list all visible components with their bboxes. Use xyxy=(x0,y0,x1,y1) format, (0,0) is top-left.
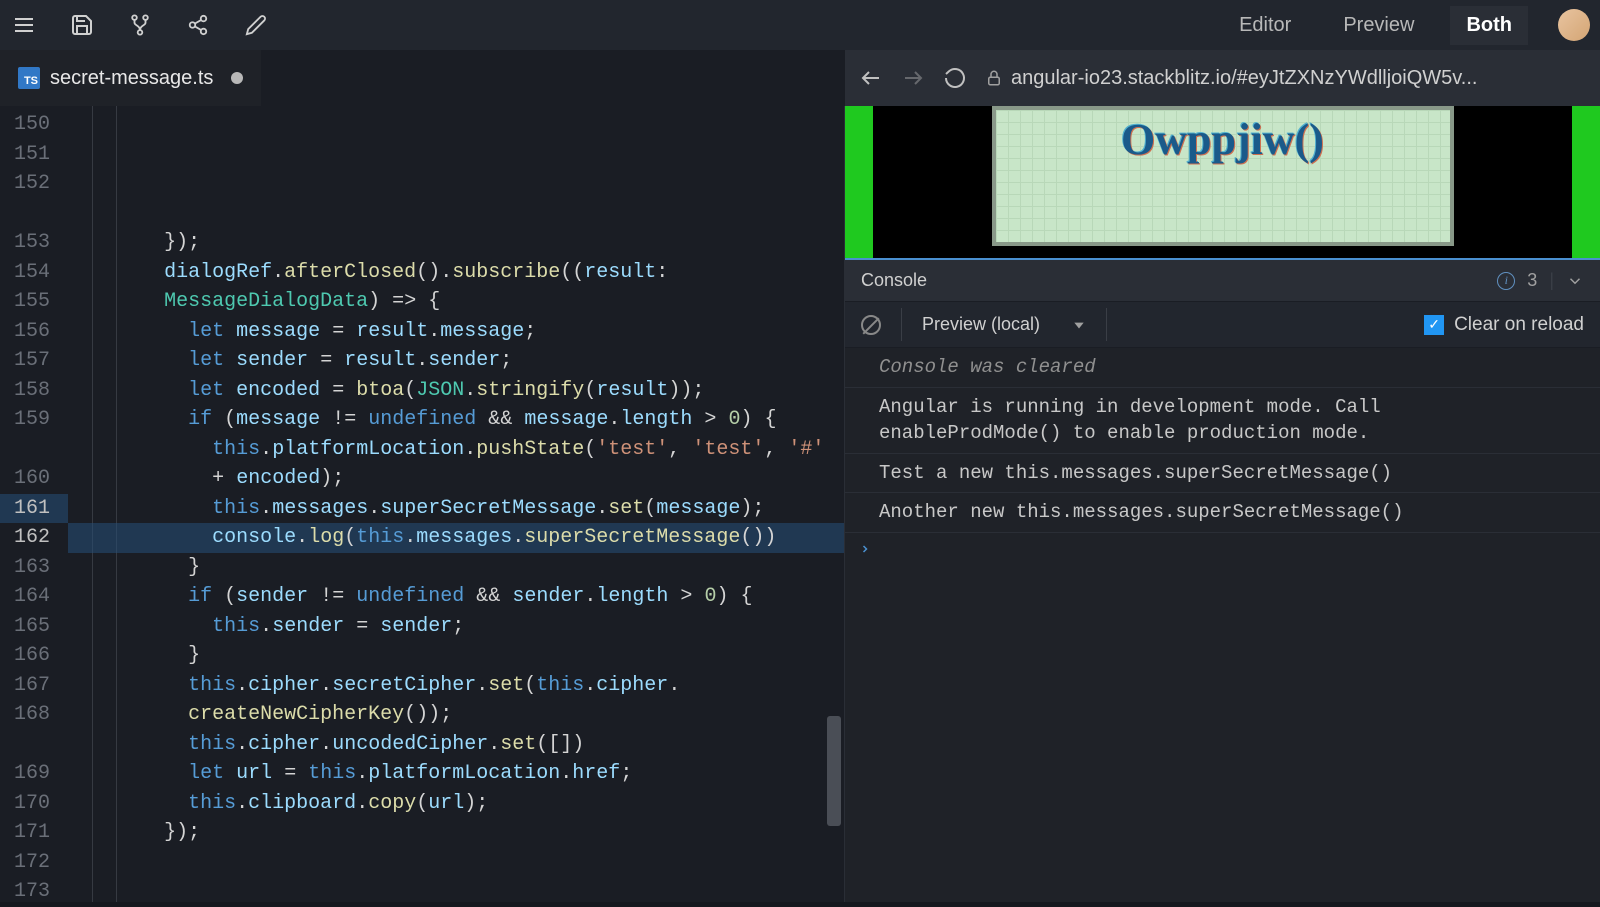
chevron-down-icon[interactable] xyxy=(1566,272,1584,290)
console-line: Angular is running in development mode. … xyxy=(845,388,1600,454)
code-line[interactable]: } xyxy=(68,553,844,583)
console-line: Console was cleared xyxy=(845,348,1600,388)
clear-on-reload-checkbox[interactable]: ✓ xyxy=(1424,315,1444,335)
code-line[interactable]: console.log(this.messages.superSecretMes… xyxy=(68,523,844,553)
line-gutter: 150151152 153154155156157158159 16016116… xyxy=(0,106,68,902)
top-toolbar: Editor Preview Both xyxy=(0,0,1600,50)
browser-bar: angular-io23.stackblitz.io/#eyJtZXNzYWdl… xyxy=(845,50,1600,106)
code-area[interactable]: }); dialogRef.afterClosed().subscribe((r… xyxy=(68,106,844,902)
view-editor-button[interactable]: Editor xyxy=(1223,6,1307,45)
lock-icon xyxy=(985,69,1003,87)
code-line[interactable]: this.cipher.secretCipher.set(this.cipher… xyxy=(68,671,844,701)
edit-icon[interactable] xyxy=(242,11,270,39)
console-body[interactable]: Console was clearedAngular is running in… xyxy=(845,348,1600,902)
code-line[interactable]: let encoded = btoa(JSON.stringify(result… xyxy=(68,376,844,406)
code-line[interactable]: if (message != undefined && message.leng… xyxy=(68,405,844,435)
right-pane: angular-io23.stackblitz.io/#eyJtZXNzYWdl… xyxy=(844,106,1600,902)
menu-icon[interactable] xyxy=(10,11,38,39)
dirty-indicator xyxy=(231,72,243,84)
url-text: angular-io23.stackblitz.io/#eyJtZXNzYWdl… xyxy=(1011,67,1477,90)
tab-filename: secret-message.ts xyxy=(50,67,213,90)
code-line[interactable]: this.sender = sender; xyxy=(68,612,844,642)
preview-area[interactable]: Owppjiw() xyxy=(845,106,1600,258)
view-preview-button[interactable]: Preview xyxy=(1327,6,1430,45)
back-icon[interactable] xyxy=(859,66,883,90)
code-line[interactable]: this.clipboard.copy(url); xyxy=(68,789,844,819)
code-line[interactable]: let url = this.platformLocation.href; xyxy=(68,759,844,789)
code-line[interactable]: this.messages.superSecretMessage.set(mes… xyxy=(68,494,844,524)
file-tab[interactable]: TS secret-message.ts xyxy=(0,50,261,106)
code-line[interactable]: let sender = result.sender; xyxy=(68,346,844,376)
info-icon: i xyxy=(1497,272,1515,290)
dropdown-caret-icon xyxy=(1072,318,1086,332)
view-both-button[interactable]: Both xyxy=(1450,6,1528,45)
console-tab-header[interactable]: Console i 3 | xyxy=(845,258,1600,302)
code-line[interactable]: this.cipher.uncodedCipher.set([]) xyxy=(68,730,844,760)
reload-icon[interactable] xyxy=(943,66,967,90)
code-line[interactable]: if (sender != undefined && sender.length… xyxy=(68,582,844,612)
console-info-count: 3 xyxy=(1527,270,1537,291)
console-line: Another new this.messages.superSecretMes… xyxy=(845,493,1600,533)
editor-pane[interactable]: 150151152 153154155156157158159 16016116… xyxy=(0,106,844,902)
console-context-dropdown[interactable]: Preview (local) xyxy=(901,308,1107,341)
code-line[interactable]: + encoded); xyxy=(68,464,844,494)
console-toolbar: Preview (local) ✓ Clear on reload xyxy=(845,302,1600,348)
code-line[interactable]: } xyxy=(68,641,844,671)
console-tab-label: Console xyxy=(861,270,927,291)
code-line[interactable]: }); xyxy=(68,818,844,848)
code-line[interactable]: dialogRef.afterClosed().subscribe((resul… xyxy=(68,258,844,288)
editor-scrollbar[interactable] xyxy=(827,716,841,826)
forward-icon[interactable] xyxy=(901,66,925,90)
code-line[interactable]: }); xyxy=(68,228,844,258)
typescript-icon: TS xyxy=(18,67,40,89)
fork-icon[interactable] xyxy=(126,11,154,39)
clear-console-icon[interactable] xyxy=(861,315,881,335)
console-prompt[interactable] xyxy=(845,533,1600,567)
url-bar[interactable]: angular-io23.stackblitz.io/#eyJtZXNzYWdl… xyxy=(985,67,1586,90)
code-line[interactable]: MessageDialogData) => { xyxy=(68,287,844,317)
save-icon[interactable] xyxy=(68,11,96,39)
code-line[interactable]: createNewCipherKey()); xyxy=(68,700,844,730)
preview-text: Owppjiw() xyxy=(1121,114,1324,165)
clear-on-reload-label: Clear on reload xyxy=(1454,314,1584,336)
share-icon[interactable] xyxy=(184,11,212,39)
code-line[interactable]: this.platformLocation.pushState('test', … xyxy=(68,435,844,465)
console-line: Test a new this.messages.superSecretMess… xyxy=(845,454,1600,494)
code-line[interactable]: let message = result.message; xyxy=(68,317,844,347)
avatar[interactable] xyxy=(1558,9,1590,41)
